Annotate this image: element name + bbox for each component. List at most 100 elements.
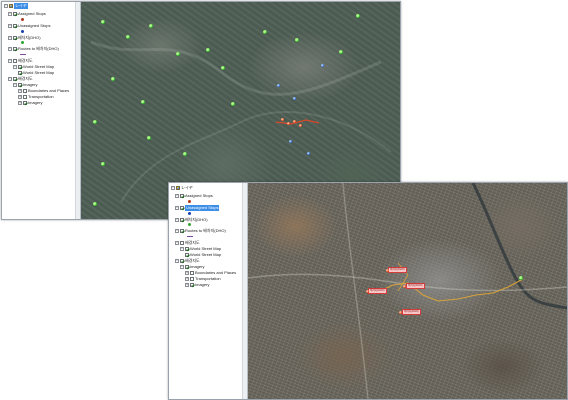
depot-marker-icon[interactable] bbox=[93, 120, 97, 124]
collapse-icon[interactable]: − bbox=[8, 59, 12, 63]
layer-visibility-checkbox[interactable] bbox=[185, 265, 189, 269]
depot-marker-icon[interactable] bbox=[93, 202, 97, 206]
depot-marker-icon[interactable] bbox=[101, 162, 105, 166]
assigned-stop-marker-icon[interactable] bbox=[293, 120, 296, 123]
collapse-icon[interactable]: − bbox=[8, 36, 12, 40]
layer-visibility-checkbox[interactable] bbox=[13, 36, 17, 40]
toc-scrollbar[interactable] bbox=[242, 183, 247, 399]
depot-marker-icon[interactable] bbox=[519, 276, 523, 280]
toc-scrollbar[interactable] bbox=[75, 2, 80, 219]
collapse-icon[interactable]: − bbox=[8, 24, 12, 28]
layer-visibility-checkbox[interactable] bbox=[190, 271, 194, 275]
layer-visibility-checkbox[interactable] bbox=[18, 83, 22, 87]
toc-root[interactable]: − レイヤ bbox=[4, 3, 28, 9]
layer-visibility-checkbox[interactable] bbox=[180, 206, 184, 210]
depot-marker-icon[interactable] bbox=[176, 52, 180, 56]
assigned-stop-marker-icon[interactable] bbox=[366, 290, 369, 293]
layer-visibility-checkbox[interactable] bbox=[180, 241, 184, 245]
layer-visibility-checkbox[interactable] bbox=[180, 218, 184, 222]
depot-marker-icon[interactable] bbox=[339, 50, 343, 54]
collapse-icon[interactable]: − bbox=[180, 247, 184, 251]
layer-label[interactable]: Routes to 배차지(DHO) bbox=[18, 46, 59, 52]
assigned-stop-marker-icon[interactable] bbox=[281, 118, 284, 121]
collapse-icon[interactable]: − bbox=[13, 65, 17, 69]
layer-visibility-checkbox[interactable] bbox=[13, 77, 17, 81]
depot-marker-icon[interactable] bbox=[295, 38, 299, 42]
collapse-icon[interactable]: − bbox=[175, 194, 179, 198]
expand-icon[interactable]: + bbox=[18, 95, 22, 99]
collapse-icon[interactable]: − bbox=[8, 47, 12, 51]
toc-layer-assigned-stops[interactable]: − Assigned Stops bbox=[175, 193, 213, 199]
toc-layer-assigned-stops[interactable]: − Assigned Stops bbox=[8, 11, 46, 17]
depot-marker-icon[interactable] bbox=[111, 77, 115, 81]
assigned-stop-marker-icon[interactable] bbox=[299, 124, 302, 127]
unassigned-stop-marker-icon[interactable] bbox=[289, 140, 292, 143]
assigned-stop-marker-icon[interactable] bbox=[399, 311, 402, 314]
layer-visibility-checkbox[interactable] bbox=[185, 253, 189, 257]
depot-marker-icon[interactable] bbox=[231, 102, 235, 106]
layer-visibility-checkbox[interactable] bbox=[23, 95, 27, 99]
layer-label[interactable]: Assigned Stops bbox=[185, 193, 213, 199]
depot-label[interactable]: 배차지(DHO) bbox=[368, 288, 387, 294]
layer-visibility-checkbox[interactable] bbox=[180, 259, 184, 263]
depot-label[interactable]: 배차지(DHO) bbox=[406, 283, 425, 289]
layer-visibility-checkbox[interactable] bbox=[18, 65, 22, 69]
toc-sublayer-imagery[interactable]: + Imagery bbox=[18, 100, 42, 106]
expand-icon[interactable]: + bbox=[185, 283, 189, 287]
layer-label[interactable]: Routes to 배차지(DHO) bbox=[185, 228, 226, 234]
unassigned-stop-marker-icon[interactable] bbox=[307, 152, 310, 155]
depot-marker-icon[interactable] bbox=[206, 48, 210, 52]
assigned-stop-marker-icon[interactable] bbox=[386, 269, 389, 272]
layer-label[interactable]: Imagery bbox=[195, 282, 209, 288]
layer-visibility-checkbox[interactable] bbox=[180, 229, 184, 233]
collapse-icon[interactable]: − bbox=[180, 265, 184, 269]
layer-label[interactable]: Unassigned Stops bbox=[185, 205, 220, 211]
layer-visibility-checkbox[interactable] bbox=[13, 59, 17, 63]
collapse-icon[interactable]: − bbox=[175, 218, 179, 222]
layer-visibility-checkbox[interactable] bbox=[180, 194, 184, 198]
layer-visibility-checkbox[interactable] bbox=[13, 12, 17, 16]
depot-marker-icon[interactable] bbox=[221, 66, 225, 70]
layer-visibility-checkbox[interactable] bbox=[190, 283, 194, 287]
unassigned-stop-marker-icon[interactable] bbox=[277, 84, 280, 87]
toc-sublayer-imagery[interactable]: + Imagery bbox=[185, 282, 209, 288]
toc-layer-routes[interactable]: − Routes to 배차지(DHO) bbox=[8, 46, 59, 52]
depot-marker-icon[interactable] bbox=[356, 14, 360, 18]
expand-icon[interactable]: + bbox=[185, 271, 189, 275]
layer-visibility-checkbox[interactable] bbox=[13, 24, 17, 28]
toc-root-label[interactable]: レイヤ bbox=[14, 3, 28, 9]
assigned-stop-marker-icon[interactable] bbox=[403, 285, 406, 288]
assigned-stop-marker-icon[interactable] bbox=[287, 122, 290, 125]
depot-marker-icon[interactable] bbox=[149, 24, 153, 28]
collapse-icon[interactable]: − bbox=[13, 83, 17, 87]
expand-icon[interactable]: + bbox=[18, 89, 22, 93]
layer-visibility-checkbox[interactable] bbox=[13, 47, 17, 51]
layer-label[interactable]: Imagery bbox=[28, 100, 42, 106]
depot-label[interactable]: 배차지(DHO) bbox=[388, 267, 407, 273]
layer-visibility-checkbox[interactable] bbox=[23, 89, 27, 93]
layer-label[interactable]: Unassigned Stops bbox=[18, 23, 50, 29]
layer-visibility-checkbox[interactable] bbox=[185, 247, 189, 251]
expand-icon[interactable]: + bbox=[185, 277, 189, 281]
toc-layer-routes[interactable]: − Routes to 배차지(DHO) bbox=[175, 228, 226, 234]
depot-marker-icon[interactable] bbox=[263, 30, 267, 34]
toc-layer-depots[interactable]: − 배차지(DHO) bbox=[175, 217, 208, 223]
collapse-icon[interactable]: − bbox=[175, 259, 179, 263]
layer-label[interactable]: Assigned Stops bbox=[18, 11, 46, 17]
unassigned-stop-marker-icon[interactable] bbox=[293, 97, 296, 100]
collapse-icon[interactable]: − bbox=[175, 241, 179, 245]
map-view[interactable]: 배차지(DHO) 배차지(DHO) 배차지(DHO) 배차지(DHO) bbox=[248, 183, 567, 399]
depot-label[interactable]: 배차지(DHO) bbox=[402, 309, 421, 315]
depot-marker-icon[interactable] bbox=[126, 35, 130, 39]
depot-marker-icon[interactable] bbox=[101, 20, 105, 24]
collapse-icon[interactable]: − bbox=[4, 4, 8, 8]
expand-icon[interactable]: + bbox=[18, 101, 22, 105]
toc-layer-unassigned-stops[interactable]: − Unassigned Stops bbox=[8, 23, 50, 29]
depot-marker-icon[interactable] bbox=[183, 152, 187, 156]
toc-root[interactable]: − レイヤ bbox=[171, 185, 193, 191]
toc-root-label[interactable]: レイヤ bbox=[181, 185, 193, 191]
depot-marker-icon[interactable] bbox=[147, 136, 151, 140]
collapse-icon[interactable]: − bbox=[175, 206, 179, 210]
layer-visibility-checkbox[interactable] bbox=[18, 71, 22, 75]
collapse-icon[interactable]: − bbox=[8, 77, 12, 81]
